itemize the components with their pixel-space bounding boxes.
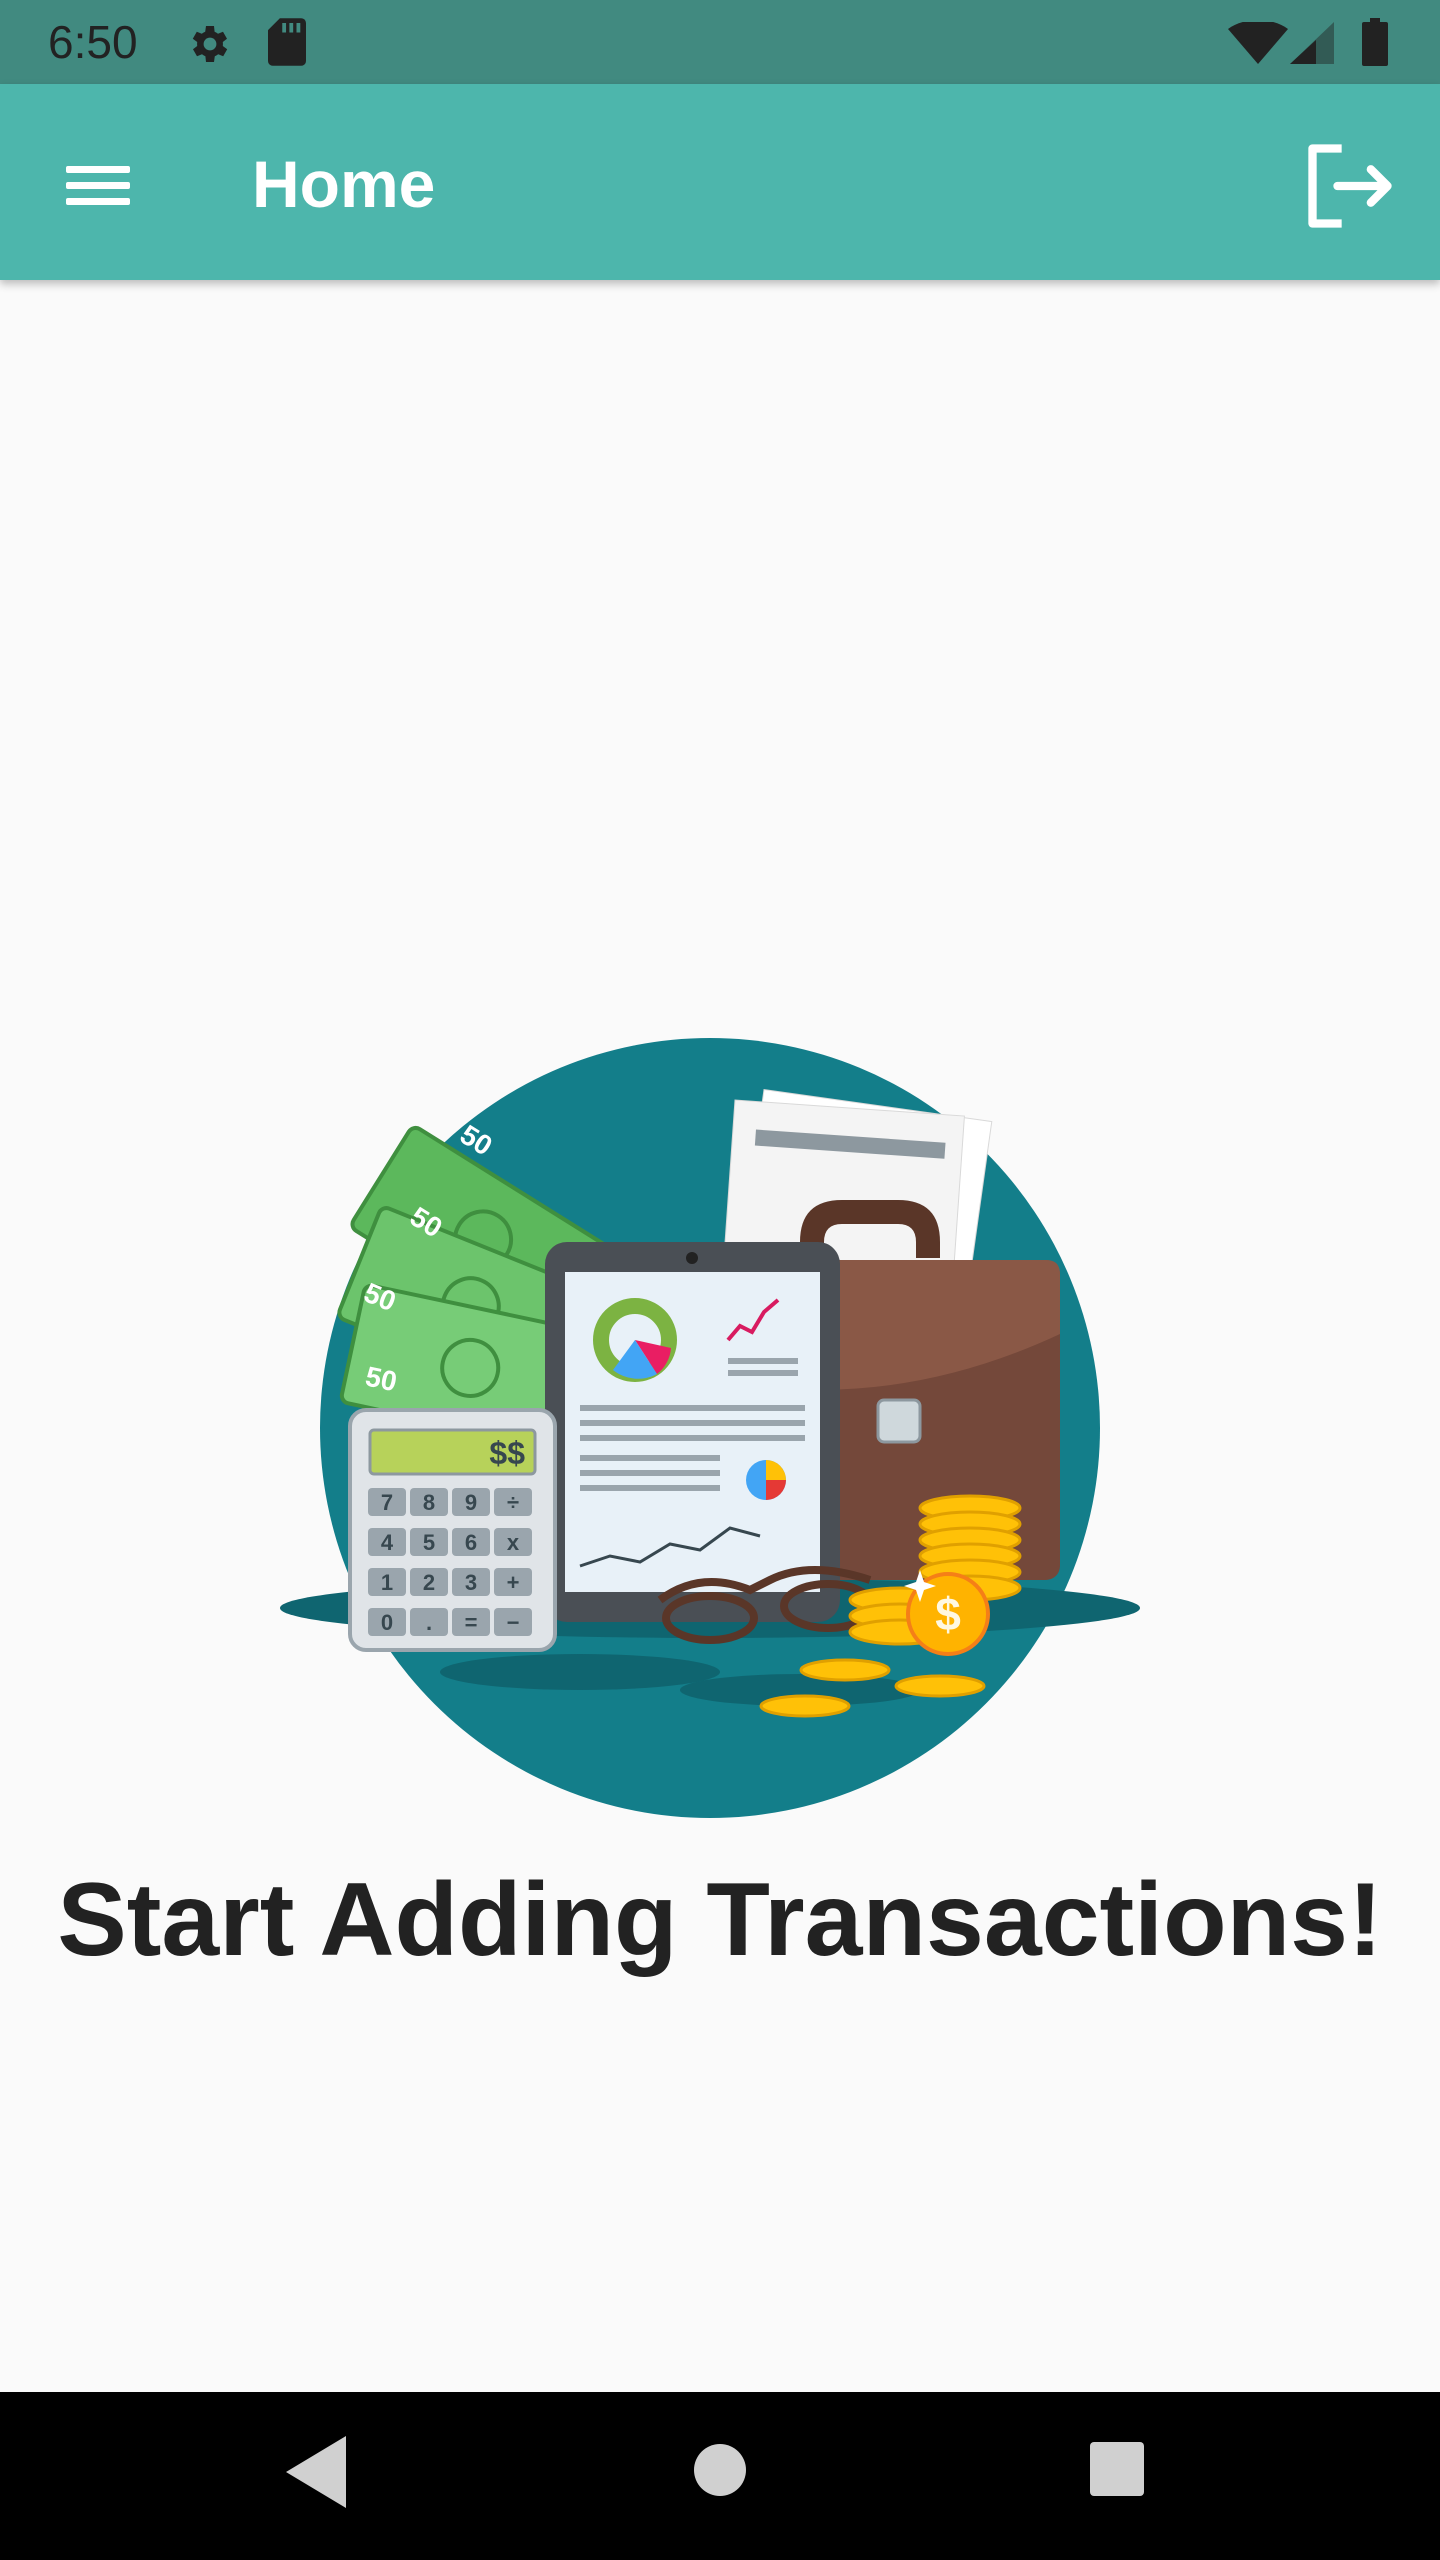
calculator-key: 2 [423, 1570, 435, 1595]
sd-card-icon [268, 18, 306, 66]
calculator-key: = [465, 1610, 478, 1635]
wifi-icon [1228, 22, 1288, 64]
calculator-key: 6 [465, 1530, 477, 1555]
back-icon[interactable] [286, 2436, 346, 2508]
recents-icon[interactable] [1090, 2442, 1144, 2496]
page-title: Home [252, 147, 436, 221]
home-icon[interactable] [694, 2444, 746, 2496]
calculator-key: + [507, 1570, 520, 1595]
calculator-key: 1 [381, 1570, 393, 1595]
calculator-key: 3 [465, 1570, 477, 1595]
calculator-key: 7 [381, 1490, 393, 1515]
empty-state-title: Start Adding Transactions! [57, 1862, 1383, 1978]
logout-icon[interactable] [1300, 136, 1400, 236]
calculator-display: $$ [489, 1435, 525, 1471]
status-bar: 6:50 [0, 0, 1440, 84]
battery-icon [1362, 18, 1388, 66]
settings-gear-icon [192, 26, 228, 62]
calculator-key: 4 [381, 1530, 394, 1555]
calculator-key: . [426, 1610, 432, 1635]
calculator-key: ÷ [507, 1490, 519, 1515]
calculator-key: − [507, 1610, 520, 1635]
calculator-key: 5 [423, 1530, 435, 1555]
finance-illustration: 50 50 50 50 $$ 7 8 9 ÷ 4 5 6 x 1 2 3 + 0… [280, 1038, 1140, 1818]
bill-label: 50 [363, 1361, 400, 1398]
svg-text:$: $ [935, 1588, 961, 1640]
calculator-key: 8 [423, 1490, 435, 1515]
app-bar: Home [0, 84, 1440, 280]
hamburger-menu-icon[interactable] [40, 146, 156, 224]
calculator-key: x [507, 1530, 520, 1555]
status-time: 6:50 [48, 16, 138, 68]
system-nav-bar [0, 2392, 1440, 2560]
cell-signal-icon [1290, 22, 1334, 64]
calculator-key: 9 [465, 1490, 477, 1515]
calculator-key: 0 [381, 1610, 393, 1635]
